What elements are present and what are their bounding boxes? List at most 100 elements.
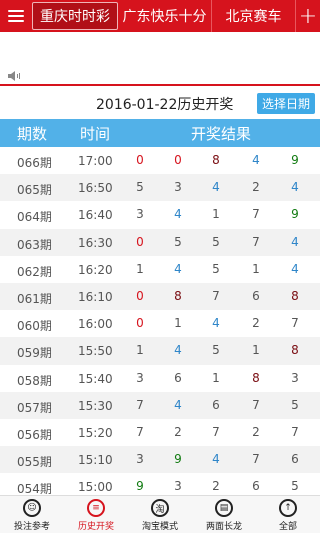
notice-area	[0, 32, 320, 86]
taobao-icon: 淘	[151, 499, 169, 517]
row-qishu: 058期	[17, 373, 52, 388]
result-number: 5	[136, 180, 144, 195]
bottom-nav-item[interactable]: ≡ 历史开奖	[64, 496, 128, 533]
row-qishu: 066期	[17, 156, 52, 170]
table-row[interactable]: 066期 17:00 0 0 8 4 9	[0, 147, 320, 174]
bottom-nav-item[interactable]: ↑ 全部	[256, 496, 320, 533]
row-qishu: 060期	[17, 319, 52, 334]
top-nav-bar: 重庆时时彩 广东快乐十分 北京赛车 +	[0, 0, 320, 32]
row-time: 15:10	[78, 453, 113, 468]
result-number: 1	[212, 207, 220, 222]
table-header: 期数 时间 开奖结果	[0, 119, 320, 147]
table-row[interactable]: 063期 16:30 0 5 5 7 4	[0, 228, 320, 256]
bottom-nav-item[interactable]: ▤ 两面长龙	[192, 496, 256, 533]
table-row[interactable]: 062期 16:20 1 4 5 1 4	[0, 256, 320, 283]
chat-icon: ☺	[23, 499, 41, 517]
bottom-nav-label: 淘宝模式	[141, 522, 178, 532]
result-number: 2	[174, 424, 182, 439]
result-number: 4	[174, 343, 182, 358]
result-number: 3	[136, 370, 144, 385]
table-row[interactable]: 057期 15:30 7 4 6 7 5	[0, 391, 320, 419]
result-number: 4	[212, 180, 220, 195]
result-number: 7	[136, 397, 144, 412]
bottom-nav-label: 投注参考	[13, 522, 50, 532]
bottom-nav-item[interactable]: ☺ 投注参考	[0, 496, 64, 533]
result-number: 1	[136, 343, 144, 358]
table-row[interactable]: 060期 16:00 0 1 4 2 7	[0, 310, 320, 337]
row-time: 16:00	[78, 317, 113, 332]
row-qishu: 062期	[17, 264, 52, 279]
result-number: 8	[212, 153, 220, 167]
result-number: 1	[252, 343, 260, 358]
plus-icon[interactable]: +	[296, 0, 320, 32]
result-number: 2	[252, 424, 260, 439]
result-number: 2	[252, 316, 260, 331]
result-number: 3	[136, 207, 144, 222]
result-number: 3	[174, 180, 182, 195]
result-number: 7	[212, 288, 220, 303]
row-qishu: 065期	[17, 183, 52, 198]
result-number: 7	[252, 234, 260, 249]
result-number: 7	[252, 397, 260, 412]
history-date-title: 2016-01-22历史开奖	[96, 97, 234, 113]
result-number: 7	[136, 424, 144, 439]
tab-bjsc[interactable]: 北京赛车	[212, 0, 296, 32]
result-number: 5	[212, 343, 220, 358]
menu-icon[interactable]	[0, 0, 32, 32]
result-number: 4	[212, 452, 220, 467]
table-row[interactable]: 065期 16:50 5 3 4 2 4	[0, 174, 320, 202]
result-number: 7	[291, 424, 299, 439]
row-qishu: 064期	[17, 210, 52, 225]
tab-gdklsf[interactable]: 广东快乐十分	[118, 0, 212, 32]
bottom-nav-label: 全部	[278, 522, 297, 532]
result-number: 4	[291, 180, 299, 195]
result-number: 2	[252, 180, 260, 195]
row-time: 15:30	[78, 398, 113, 413]
result-number: 6	[252, 479, 260, 494]
row-qishu: 055期	[17, 455, 52, 470]
row-time: 16:50	[78, 181, 113, 196]
result-number: 1	[136, 261, 144, 276]
table-row[interactable]: 061期 16:10 0 8 7 6 8	[0, 282, 320, 311]
speaker-icon	[8, 71, 20, 81]
table-row[interactable]: 064期 16:40 3 4 1 7 9	[0, 201, 320, 228]
result-number: 3	[291, 370, 299, 385]
result-number: 0	[136, 316, 144, 331]
result-number: 9	[291, 207, 299, 222]
row-qishu: 059期	[17, 346, 52, 361]
row-qishu: 061期	[17, 291, 52, 306]
select-date-button[interactable]: 选择日期	[257, 93, 315, 114]
result-number: 7	[252, 207, 260, 222]
result-number: 8	[174, 288, 182, 303]
table-row[interactable]: 058期 15:40 3 6 1 8 3	[0, 365, 320, 392]
result-number: 1	[174, 316, 182, 331]
result-number: 4	[174, 261, 182, 276]
result-number: 6	[174, 370, 182, 385]
result-number: 8	[291, 288, 299, 303]
result-number: 7	[212, 424, 220, 439]
table-row[interactable]: 059期 15:50 1 4 5 1 8	[0, 337, 320, 365]
result-number: 1	[212, 370, 220, 385]
result-number: 9	[174, 452, 182, 467]
result-number: 6	[212, 397, 220, 412]
row-qishu: 056期	[17, 427, 52, 442]
result-number: 5	[212, 234, 220, 249]
result-number: 3	[136, 452, 144, 467]
table-row[interactable]: 055期 15:10 3 9 4 7 6	[0, 446, 320, 474]
result-number: 8	[252, 370, 260, 385]
row-time: 17:00	[78, 154, 113, 168]
result-number: 6	[252, 288, 260, 303]
result-number: 0	[136, 288, 144, 303]
result-number: 7	[252, 452, 260, 467]
tab-cqssc[interactable]: 重庆时时彩	[32, 2, 118, 30]
row-time: 15:50	[78, 344, 113, 359]
bottom-nav-label: 两面长龙	[205, 522, 242, 532]
result-number: 0	[174, 153, 182, 167]
row-time: 15:20	[78, 425, 113, 440]
result-number: 3	[174, 479, 182, 494]
result-number: 2	[212, 479, 220, 494]
row-time: 15:40	[78, 371, 113, 386]
row-time: 15:00	[78, 480, 113, 495]
bottom-nav-item[interactable]: 淘淘宝模式	[128, 496, 192, 533]
table-row[interactable]: 056期 15:20 7 2 7 2 7	[0, 419, 320, 446]
